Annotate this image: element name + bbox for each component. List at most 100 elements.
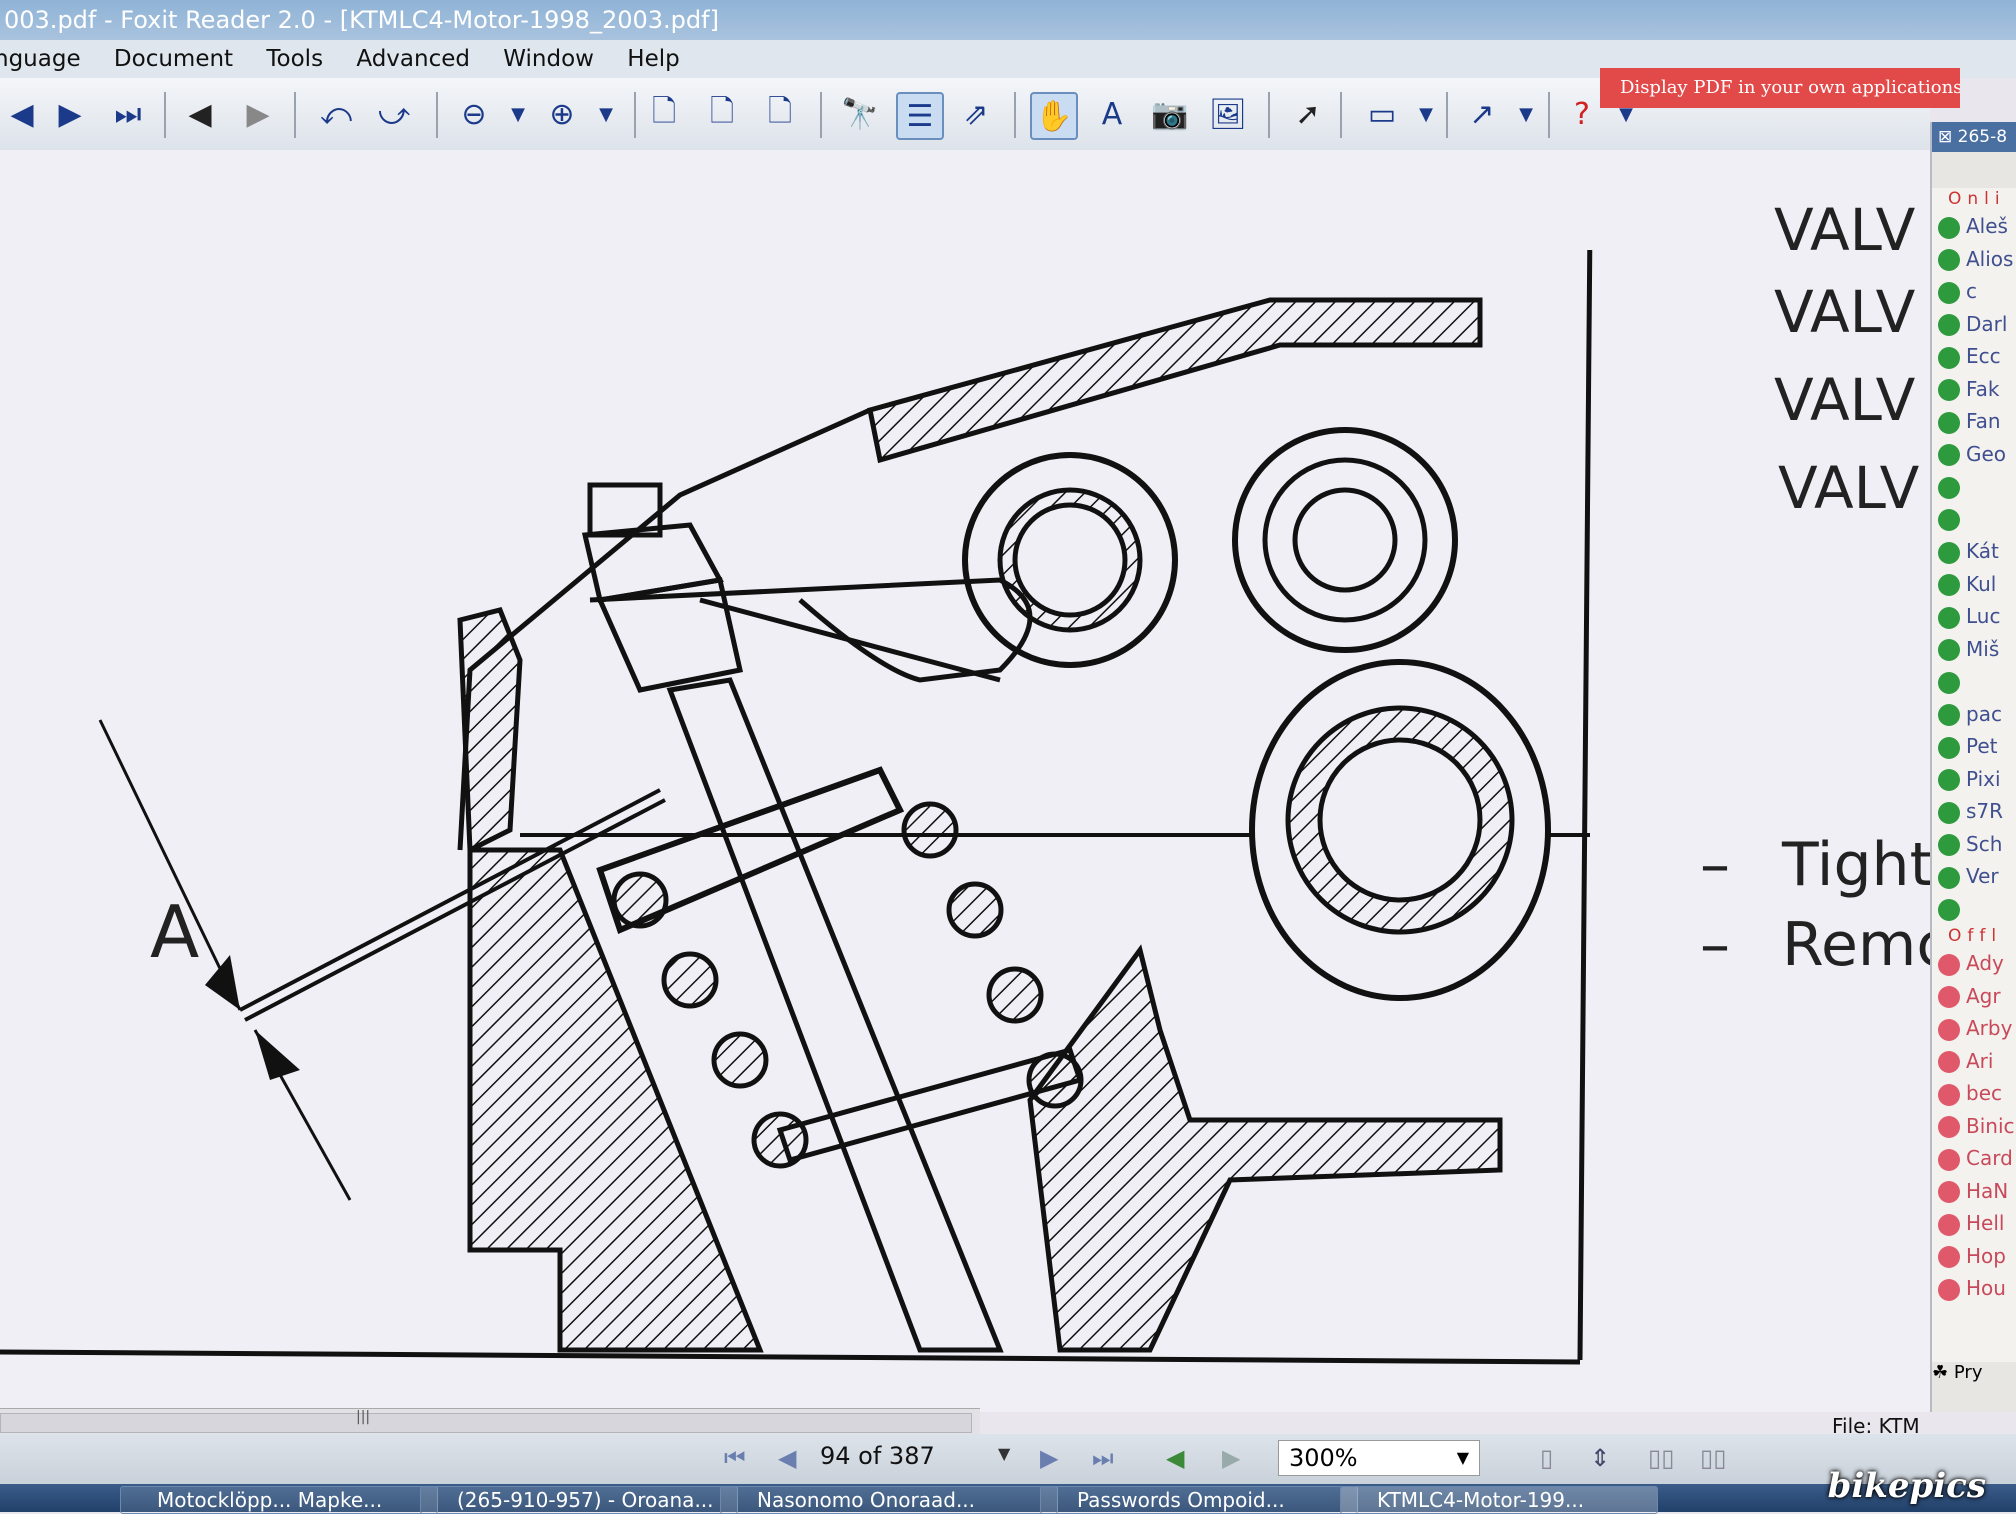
contact-online[interactable]: [1932, 470, 2016, 503]
contact-online[interactable]: Ecc: [1932, 340, 2016, 373]
snapshot-icon[interactable]: 📷: [1148, 92, 1192, 136]
taskbar-item[interactable]: Motocklöpp... Mapke...: [120, 1486, 438, 1514]
contacts-panel: ⊠ 265-8 Onli Aleš Alios c Darl Ecc Fak F…: [1930, 122, 2016, 1412]
menu-advanced[interactable]: Advanced: [356, 40, 470, 78]
continuous-icon[interactable]: ⇕: [1590, 1444, 1610, 1472]
single-page-icon[interactable]: ▯: [1540, 1444, 1553, 1472]
contact-online[interactable]: pac: [1932, 698, 2016, 731]
contact-offline[interactable]: Ari: [1932, 1045, 2016, 1078]
taskbar-item-active[interactable]: KTMLC4-Motor-199...: [1340, 1486, 1658, 1514]
contact-online[interactable]: Fak: [1932, 373, 2016, 406]
page-dropdown-icon[interactable]: ▼: [998, 1444, 1010, 1463]
menu-language[interactable]: nguage: [0, 40, 81, 78]
contacts-menu-icon[interactable]: ☘: [1932, 1362, 1948, 1383]
forward-status-icon[interactable]: ▶: [1222, 1444, 1240, 1472]
contact-online[interactable]: Sch: [1932, 828, 2016, 861]
contact-offline[interactable]: Arby: [1932, 1012, 2016, 1045]
contact-online[interactable]: Luc: [1932, 600, 2016, 633]
help-icon[interactable]: ?: [1560, 92, 1604, 136]
taskbar-item[interactable]: Passwords Ompoid...: [1040, 1486, 1358, 1514]
scrollbar-thumb[interactable]: [0, 1413, 972, 1433]
link-arrow-icon[interactable]: ↗: [1460, 92, 1504, 136]
prev-page-icon[interactable]: ◀: [0, 92, 44, 136]
contact-offline[interactable]: Ady: [1932, 947, 2016, 980]
contact-offline[interactable]: Hop: [1932, 1240, 2016, 1273]
fit-width-icon[interactable]: 🗋: [758, 92, 802, 136]
menu-window[interactable]: Window: [503, 40, 594, 78]
rotate-left-icon[interactable]: ⤺: [314, 92, 358, 136]
select-arrow-icon[interactable]: ➚: [1286, 92, 1330, 136]
contact-offline[interactable]: Agr: [1932, 980, 2016, 1013]
toolbar-separator: [436, 92, 438, 138]
back-icon[interactable]: ◀: [178, 92, 222, 136]
contact-online[interactable]: Kát: [1932, 535, 2016, 568]
forward-icon[interactable]: ▶: [236, 92, 280, 136]
contact-offline[interactable]: HaN: [1932, 1175, 2016, 1208]
contact-online[interactable]: Alios: [1932, 243, 2016, 276]
taskbar-item[interactable]: Nasonomo Onoraad...: [720, 1486, 1058, 1514]
last-page-status-icon[interactable]: ⏭: [1092, 1444, 1114, 1472]
image-tool-icon[interactable]: 🖼: [1206, 92, 1250, 136]
contact-offline[interactable]: bec: [1932, 1077, 2016, 1110]
contact-online[interactable]: Kul: [1932, 568, 2016, 601]
contact-online[interactable]: [1932, 665, 2016, 698]
link-dropdown-icon[interactable]: ▼: [1504, 92, 1548, 136]
next-page-status-icon[interactable]: ▶: [1040, 1444, 1058, 1472]
menu-tools[interactable]: Tools: [266, 40, 323, 78]
contact-online[interactable]: Darl: [1932, 308, 2016, 341]
contact-online[interactable]: [1932, 893, 2016, 926]
contact-online[interactable]: Geo: [1932, 438, 2016, 471]
contact-offline[interactable]: Binic: [1932, 1110, 2016, 1143]
contact-online[interactable]: [1932, 503, 2016, 536]
find-icon[interactable]: 🔭: [838, 92, 882, 136]
offline-group-label[interactable]: Offl: [1932, 925, 2016, 947]
horizontal-scrollbar[interactable]: |||: [0, 1408, 980, 1435]
next-page-icon[interactable]: ▶: [48, 92, 92, 136]
contact-online[interactable]: c: [1932, 275, 2016, 308]
menu-document[interactable]: Document: [114, 40, 233, 78]
contact-online[interactable]: Miš: [1932, 633, 2016, 666]
contact-offline[interactable]: Hou: [1932, 1272, 2016, 1305]
fit-page-icon[interactable]: 🗋: [700, 92, 744, 136]
contacts-number: 265-8: [1957, 127, 2008, 147]
back-status-icon[interactable]: ◀: [1166, 1444, 1184, 1472]
annotation-icon[interactable]: ▭: [1360, 92, 1404, 136]
last-page-icon[interactable]: ⏭: [106, 92, 150, 136]
document-view[interactable]: A VALV VALV VALV VALV – Tight – Remc: [0, 150, 1949, 1412]
facing-icon[interactable]: ▯▯: [1648, 1444, 1674, 1472]
contacts-close-icon[interactable]: ⊠: [1938, 127, 1952, 147]
online-group-label[interactable]: Onli: [1932, 188, 2016, 210]
contact-online[interactable]: Pet: [1932, 730, 2016, 763]
offline-status-icon: [1938, 1278, 1960, 1301]
prev-page-status-icon[interactable]: ◀: [778, 1444, 796, 1472]
continuous-facing-icon[interactable]: ▯▯: [1700, 1444, 1726, 1472]
zoom-in-dropdown-icon[interactable]: ▼: [584, 92, 628, 136]
text-select-icon[interactable]: A: [1090, 92, 1134, 136]
zoom-select[interactable]: 300% ▼: [1278, 1440, 1480, 1476]
zoom-out-icon[interactable]: ⊖: [452, 92, 496, 136]
zoom-out-dropdown-icon[interactable]: ▼: [496, 92, 540, 136]
page-indicator[interactable]: 94 of 387: [820, 1442, 935, 1470]
spring-coil: [661, 951, 719, 1009]
first-page-icon[interactable]: ⏮: [724, 1444, 746, 1472]
hand-tool-icon[interactable]: ✋: [1030, 92, 1078, 140]
contact-online[interactable]: s7R: [1932, 795, 2016, 828]
zoom-in-icon[interactable]: ⊕: [540, 92, 584, 136]
fullscreen-icon[interactable]: ⇗: [954, 92, 998, 136]
taskbar-item[interactable]: (265-910-957) - Oroana...: [420, 1486, 738, 1514]
ad-banner[interactable]: Display PDF in your own applications: [1600, 68, 1960, 108]
ad-banner-text: Display PDF in your own applications: [1620, 77, 1960, 98]
menu-help[interactable]: Help: [627, 40, 679, 78]
contact-online[interactable]: Aleš: [1932, 210, 2016, 243]
contact-offline[interactable]: Hell: [1932, 1207, 2016, 1240]
contact-online[interactable]: Fan: [1932, 405, 2016, 438]
annotation-dropdown-icon[interactable]: ▼: [1404, 92, 1448, 136]
dimension-arrow-upper: [205, 955, 240, 1010]
bookmarks-icon[interactable]: ☰: [896, 92, 944, 140]
contact-online[interactable]: Ver: [1932, 860, 2016, 893]
contacts-bottom-label[interactable]: Pry: [1954, 1362, 1983, 1383]
actual-size-icon[interactable]: 🗋: [642, 92, 686, 136]
contact-offline[interactable]: Card: [1932, 1142, 2016, 1175]
rotate-right-icon[interactable]: ⤻: [372, 92, 416, 136]
contact-online[interactable]: Pixi: [1932, 763, 2016, 796]
